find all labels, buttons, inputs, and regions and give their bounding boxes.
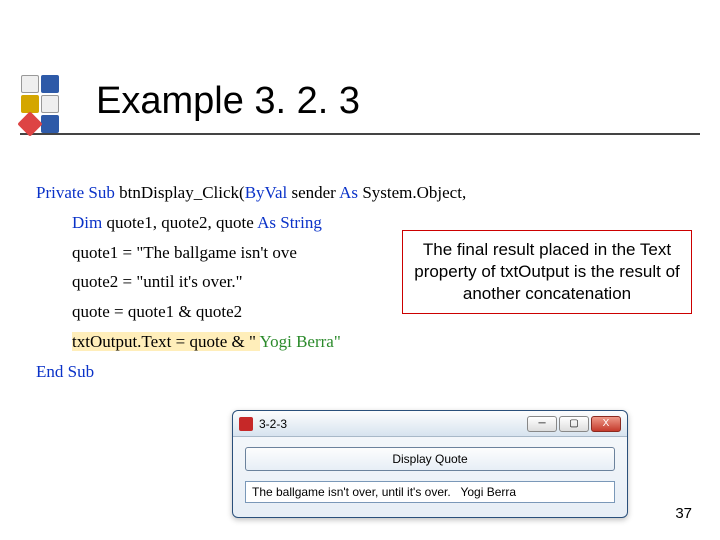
page-number: 37 [675, 505, 692, 522]
code-text: System.Object, [358, 183, 466, 202]
code-line: End Sub [36, 357, 696, 387]
keyword: ByVal [245, 183, 288, 202]
keyword: As [339, 183, 358, 202]
code-line: Private Sub btnDisplay_Click(ByVal sende… [36, 178, 696, 208]
output-textbox[interactable] [245, 481, 615, 503]
window-title: 3-2-3 [259, 417, 287, 431]
code-text: quote1, quote2, quote [102, 213, 257, 232]
slide-logo-icon [20, 74, 76, 130]
keyword: Dim [72, 213, 102, 232]
display-quote-button[interactable]: Display Quote [245, 447, 615, 471]
app-icon [239, 417, 253, 431]
keyword: Private Sub [36, 183, 115, 202]
close-button[interactable]: X [591, 416, 621, 432]
highlight: txtOutput.Text = quote & " [72, 332, 260, 351]
minimize-button[interactable]: ─ [527, 416, 557, 432]
slide-header: Example 3. 2. 3 [20, 80, 700, 135]
slide-title: Example 3. 2. 3 [96, 80, 700, 123]
code-line: txtOutput.Text = quote & " Yogi Berra" [72, 327, 696, 357]
app-window: 3-2-3 ─ ▢ X Display Quote [232, 410, 628, 518]
window-buttons: ─ ▢ X [527, 416, 621, 432]
callout-text: The final result placed in the Text prop… [414, 240, 680, 303]
code-text: sender [287, 183, 339, 202]
keyword: As String [257, 213, 322, 232]
window-body: Display Quote [233, 437, 627, 513]
titlebar: 3-2-3 ─ ▢ X [233, 411, 627, 437]
callout-box: The final result placed in the Text prop… [402, 230, 692, 314]
code-text: btnDisplay_Click( [115, 183, 245, 202]
string-remainder: Yogi Berra" [260, 332, 341, 351]
maximize-button[interactable]: ▢ [559, 416, 589, 432]
